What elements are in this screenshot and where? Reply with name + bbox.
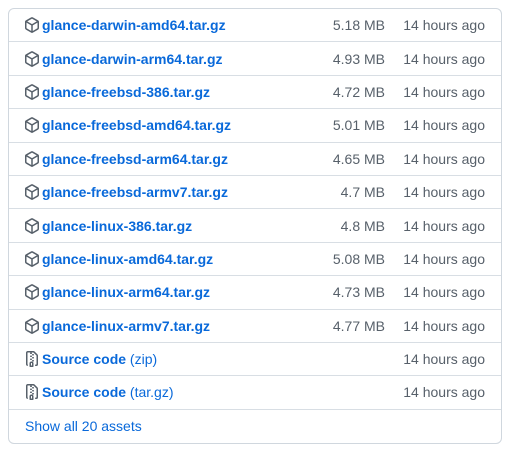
asset-row: glance-linux-armv7.tar.gz 4.77 MB 14 hou… (9, 310, 501, 343)
release-assets-list: glance-darwin-amd64.tar.gz 5.18 MB 14 ho… (8, 8, 502, 444)
package-icon (25, 117, 39, 134)
source-code-label: Source code (42, 351, 127, 368)
package-icon (25, 50, 39, 67)
asset-row: glance-linux-386.tar.gz 4.8 MB 14 hours … (9, 209, 501, 243)
asset-row: glance-darwin-amd64.tar.gz 5.18 MB 14 ho… (9, 9, 501, 43)
asset-timestamp: 14 hours ago (403, 83, 485, 100)
package-icon (25, 251, 39, 267)
asset-row: glance-linux-arm64.tar.gz 4.73 MB 14 hou… (9, 276, 501, 310)
asset-link[interactable]: glance-freebsd-386.tar.gz (42, 84, 210, 100)
source-code-row: Source code (tar.gz) 14 hours ago (9, 376, 501, 410)
asset-link[interactable]: glance-freebsd-amd64.tar.gz (42, 117, 231, 133)
source-format: (zip) (129, 351, 158, 368)
asset-row: glance-freebsd-386.tar.gz 4.72 MB 14 hou… (9, 76, 501, 110)
source-code-targz-link[interactable]: Source code (tar.gz) (42, 384, 174, 400)
show-all-assets-link[interactable]: Show all 20 assets (25, 418, 142, 434)
asset-size: 4.72 MB (332, 83, 385, 100)
asset-link[interactable]: glance-linux-amd64.tar.gz (42, 251, 213, 267)
file-zip-icon (26, 351, 38, 368)
asset-size: 5.18 MB (332, 17, 385, 34)
asset-timestamp: 14 hours ago (403, 150, 485, 167)
package-icon (25, 317, 39, 334)
asset-row: glance-freebsd-amd64.tar.gz 5.01 MB 14 h… (9, 109, 501, 143)
package-icon (25, 150, 39, 167)
asset-size: 4.73 MB (332, 284, 385, 301)
source-format: (tar.gz) (129, 384, 174, 401)
asset-timestamp: 14 hours ago (403, 184, 485, 201)
source-code-label: Source code (42, 384, 127, 401)
file-zip-icon (26, 384, 38, 401)
asset-size: 4.65 MB (332, 150, 385, 167)
asset-timestamp: 14 hours ago (403, 217, 485, 234)
asset-size: 4.7 MB (340, 184, 385, 201)
source-code-zip-link[interactable]: Source code (zip) (42, 351, 157, 367)
asset-timestamp: 14 hours ago (403, 250, 485, 267)
asset-size: 5.08 MB (332, 250, 385, 267)
asset-link[interactable]: glance-darwin-amd64.tar.gz (42, 17, 226, 33)
package-icon (25, 84, 39, 100)
package-icon (25, 17, 39, 34)
asset-size: 4.8 MB (340, 217, 385, 234)
asset-row: glance-darwin-arm64.tar.gz 4.93 MB 14 ho… (9, 42, 501, 76)
asset-timestamp: 14 hours ago (403, 17, 485, 34)
asset-timestamp: 14 hours ago (403, 284, 485, 301)
asset-link[interactable]: glance-freebsd-armv7.tar.gz (42, 184, 228, 200)
asset-row: glance-linux-amd64.tar.gz 5.08 MB 14 hou… (9, 243, 501, 277)
asset-row: glance-freebsd-armv7.tar.gz 4.7 MB 14 ho… (9, 176, 501, 210)
asset-size: 4.93 MB (332, 50, 385, 67)
asset-link[interactable]: glance-linux-386.tar.gz (42, 218, 192, 234)
asset-size: 4.77 MB (332, 317, 385, 334)
asset-size: 5.01 MB (332, 117, 385, 134)
asset-link[interactable]: glance-freebsd-arm64.tar.gz (42, 151, 228, 167)
asset-link[interactable]: glance-linux-armv7.tar.gz (42, 318, 210, 334)
source-code-row: Source code (zip) 14 hours ago (9, 343, 501, 377)
asset-timestamp: 14 hours ago (403, 117, 485, 134)
asset-timestamp: 14 hours ago (403, 50, 485, 67)
asset-timestamp: 14 hours ago (403, 317, 485, 334)
package-icon (25, 217, 39, 234)
package-icon (25, 184, 39, 200)
show-all-row: Show all 20 assets (9, 410, 501, 443)
asset-row: glance-freebsd-arm64.tar.gz 4.65 MB 14 h… (9, 143, 501, 176)
asset-link[interactable]: glance-darwin-arm64.tar.gz (42, 51, 223, 67)
package-icon (25, 284, 39, 301)
asset-timestamp: 14 hours ago (403, 384, 485, 401)
asset-link[interactable]: glance-linux-arm64.tar.gz (42, 284, 210, 300)
asset-timestamp: 14 hours ago (403, 351, 485, 368)
